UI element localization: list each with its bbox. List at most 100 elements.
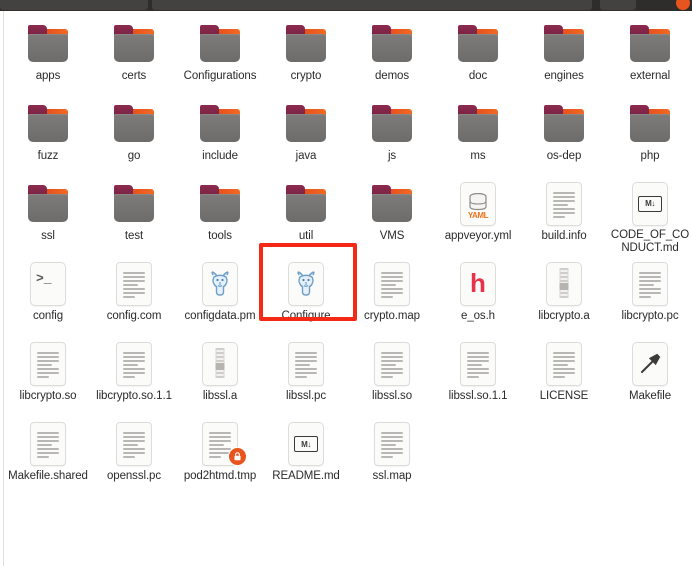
file-item[interactable]: engines [521,15,607,95]
file-item[interactable]: external [607,15,692,95]
file-item[interactable]: libcrypto.pc [607,255,692,335]
file-item-label: test [124,230,144,242]
file-item[interactable]: libssl.a [177,335,263,415]
file-item-label: libssl.a [202,390,238,402]
file-item-label: ssl [41,230,55,242]
file-item[interactable]: demos [349,15,435,95]
file-item[interactable]: ssl [5,175,91,255]
text-file-icon [288,342,324,386]
file-item[interactable]: libcrypto.so [5,335,91,415]
file-icon-wrap [282,100,330,148]
file-item[interactable]: Configure [263,255,349,335]
shell-prompt-glyph: >_ [36,271,52,286]
file-item[interactable]: ms [435,95,521,175]
file-item[interactable]: libssl.pc [263,335,349,415]
file-item-label: libcrypto.so.1.1 [96,390,172,402]
file-item[interactable]: M↓ CODE_OF_CONDUCT.md [607,175,692,255]
file-icon-wrap [368,20,416,68]
file-item[interactable]: php [607,95,692,175]
file-item-label: LICENSE [539,390,589,402]
titlebar-button-2[interactable] [516,0,552,10]
file-item[interactable]: go [91,95,177,175]
file-icon-wrap [24,420,72,468]
file-item[interactable]: ssl.map [349,415,435,495]
icon-grid: apps certs Configurations crypto demos doc eng… [5,11,692,495]
file-item[interactable]: libssl.so [349,335,435,415]
folder-icon [628,105,672,143]
file-item[interactable]: java [263,95,349,175]
file-item[interactable]: util [263,175,349,255]
file-icon-wrap [368,420,416,468]
file-manager-view[interactable]: apps certs Configurations crypto demos doc eng… [0,11,692,566]
file-icon-wrap [196,420,247,468]
text-file-icon [632,262,668,306]
file-icon-wrap: >_ [24,260,72,308]
file-item[interactable]: fuzz [5,95,91,175]
yaml-file-icon: YAML [460,182,496,226]
header-badge-text: h [470,268,486,298]
folder-icon [456,105,500,143]
file-item[interactable]: h e_os.h [435,255,521,335]
file-item-label: Configurations [183,70,257,82]
file-icon-wrap [282,260,330,308]
titlebar-button-4[interactable] [600,0,636,10]
file-item[interactable]: doc [435,15,521,95]
file-item[interactable]: crypto [263,15,349,95]
file-item[interactable]: Makefile.shared [5,415,91,495]
file-icon-wrap: h [454,260,502,308]
file-item[interactable]: configdata.pm [177,255,263,335]
file-item[interactable]: >_ config [5,255,91,335]
file-icon-wrap [282,20,330,68]
file-item-label: external [629,70,671,82]
file-icon-wrap [196,260,244,308]
file-icon-wrap [110,20,158,68]
file-item[interactable]: YAML appveyor.yml [435,175,521,255]
file-item[interactable]: libcrypto.a [521,255,607,335]
file-item[interactable]: Configurations [177,15,263,95]
file-item[interactable]: openssl.pc [91,415,177,495]
file-item[interactable]: VMS [349,175,435,255]
file-icon-wrap [282,340,330,388]
file-item[interactable]: include [177,95,263,175]
titlebar-tab-left[interactable] [0,0,148,10]
file-item[interactable]: crypto.map [349,255,435,335]
file-item[interactable]: apps [5,15,91,95]
file-item[interactable]: test [91,175,177,255]
file-item-label: build.info [541,230,587,242]
file-item-label: util [298,230,314,242]
file-item[interactable]: M↓ README.md [263,415,349,495]
file-item[interactable]: libcrypto.so.1.1 [91,335,177,415]
file-item[interactable]: tools [177,175,263,255]
file-item-label: libcrypto.pc [621,310,679,322]
file-icon-wrap [196,20,244,68]
archive-file-icon [546,262,582,306]
file-icon-wrap [196,180,244,228]
folder-icon [456,25,500,63]
file-item[interactable]: LICENSE [521,335,607,415]
file-item[interactable]: config.com [91,255,177,335]
file-icon-wrap [626,20,674,68]
file-item[interactable]: Makefile [607,335,692,415]
text-file-icon [116,262,152,306]
markdown-badge-text: M↓ [638,195,662,212]
file-item-label: libssl.so [371,390,412,402]
file-item[interactable]: certs [91,15,177,95]
file-item[interactable]: build.info [521,175,607,255]
folder-icon [284,185,328,223]
file-item[interactable]: libssl.so.1.1 [435,335,521,415]
file-icon-wrap [24,340,72,388]
titlebar-button-1[interactable] [472,0,510,10]
file-icon-wrap [540,260,588,308]
file-item[interactable]: pod2htmd.tmp [177,415,263,495]
folder-icon [26,105,70,143]
titlebar-button-3[interactable] [553,0,589,10]
file-icon-wrap [368,180,416,228]
file-item[interactable]: os-dep [521,95,607,175]
shell-script-icon: >_ [30,262,66,306]
close-icon[interactable] [676,0,690,10]
file-item[interactable]: js [349,95,435,175]
folder-icon [198,25,242,63]
file-icon-wrap [626,340,674,388]
file-item-label: libssl.so.1.1 [448,390,508,402]
file-icon-wrap [454,20,502,68]
